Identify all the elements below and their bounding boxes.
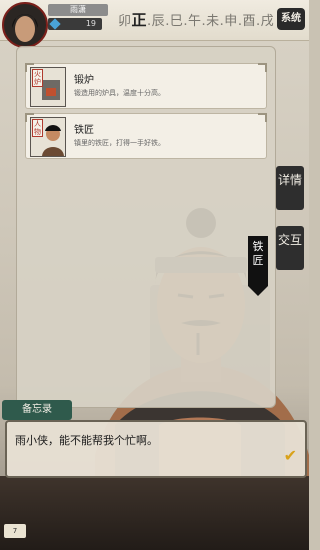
location-card-blacksmith[interactable]: 人物 铁匠 镇里的铁匠，打得一手好铁。: [25, 113, 267, 159]
card-desc: 锻造用的炉具，温度十分高。: [74, 89, 165, 97]
hour-5: 未: [206, 14, 220, 29]
top-bar: 雨潇 19 卯正.辰.巳.午.未.申.酉.戌 系统: [0, 0, 309, 48]
system-button[interactable]: 系统: [277, 8, 305, 30]
dialog-box[interactable]: 雨小侠，能不能帮我个忙啊。 ✔: [5, 420, 307, 478]
time-of-day-bar: 卯正.辰.巳.午.未.申.酉.戌: [118, 11, 275, 29]
dialog-text: 雨小侠，能不能帮我个忙啊。: [15, 434, 158, 447]
gem-icon: [49, 18, 61, 30]
player-level: 19: [48, 18, 102, 30]
memo-button[interactable]: 备忘录: [2, 400, 72, 420]
blacksmith-thumbnail: 人物: [30, 117, 66, 157]
hour-0: 卯: [118, 14, 132, 29]
hour-8: 戌: [260, 14, 275, 29]
forge-thumbnail: 火炉: [30, 67, 66, 107]
item-count-badge: 7: [4, 524, 26, 538]
hour-3: 巳: [169, 14, 184, 29]
level-number: 19: [85, 19, 96, 28]
player-portrait-icon: [12, 14, 38, 42]
card-desc: 镇里的铁匠，打得一手好铁。: [74, 139, 165, 147]
card-tag: 人物: [32, 119, 43, 137]
tab-detail[interactable]: 详情: [276, 166, 304, 210]
location-panel: 火炉 锻炉 锻造用的炉具，温度十分高。 人物 铁匠 镇里的铁匠，打得一手好铁。: [16, 46, 276, 408]
bottom-strip: [0, 476, 309, 550]
player-avatar[interactable]: [2, 2, 48, 48]
card-title: 铁匠: [74, 125, 94, 136]
hour-4: 午: [187, 14, 202, 29]
player-name: 雨潇: [48, 4, 108, 16]
hour-6: 申: [224, 14, 238, 29]
hour-current: 正: [131, 11, 148, 29]
card-tag: 火炉: [32, 69, 43, 87]
card-title: 锻炉: [74, 75, 94, 86]
location-card-forge[interactable]: 火炉 锻炉 锻造用的炉具，温度十分高。: [25, 63, 267, 109]
hour-7: 酉: [242, 14, 256, 29]
tab-interact[interactable]: 交互: [276, 226, 304, 270]
hour-2: 辰: [151, 14, 166, 29]
npc-name-tag: 铁匠: [248, 236, 268, 296]
check-icon[interactable]: ✔: [284, 446, 297, 465]
